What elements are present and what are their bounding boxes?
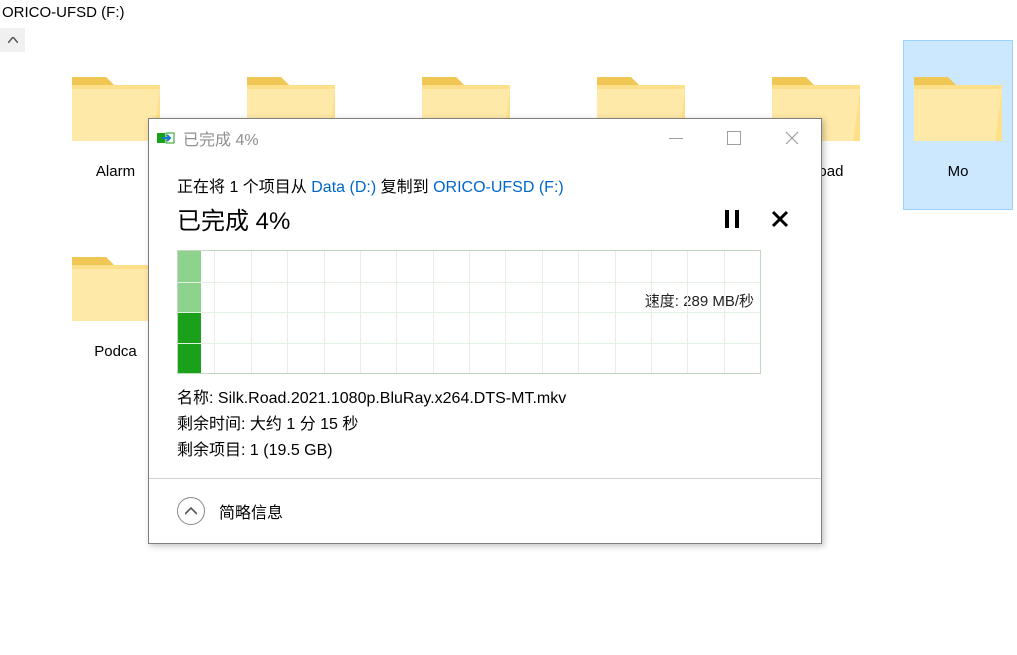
- cancel-button[interactable]: [771, 210, 789, 228]
- address-path: ORICO-UFSD (F:): [0, 4, 124, 21]
- source-location-link[interactable]: Data (D:): [311, 179, 376, 196]
- speed-label: 速度: 289 MB/秒: [645, 290, 754, 311]
- chevron-up-circle-icon: [177, 497, 205, 525]
- copy-icon: [157, 131, 175, 145]
- transfer-graph: 速度: 289 MB/秒: [177, 250, 761, 374]
- close-icon: [785, 131, 799, 145]
- cancel-icon: [771, 210, 789, 228]
- detail-name: 名称: Silk.Road.2021.1080p.BluRay.x264.DTS…: [177, 384, 793, 408]
- pause-button[interactable]: [725, 210, 739, 228]
- progress-headline: 已完成 4%: [177, 201, 290, 236]
- detail-time-remaining: 剩余时间: 大约 1 分 15 秒: [177, 410, 793, 434]
- scroll-up-button[interactable]: [0, 28, 25, 52]
- close-button[interactable]: [763, 119, 821, 157]
- dialog-title: 已完成 4%: [183, 126, 259, 150]
- folder-label: Podca: [94, 343, 137, 360]
- folder-label: Alarm: [96, 163, 135, 180]
- window-buttons: [647, 119, 821, 157]
- copy-description: 正在将 1 个项目从 Data (D:) 复制到 ORICO-UFSD (F:): [177, 173, 793, 197]
- chevron-up-icon: [8, 37, 18, 43]
- minimize-icon: [669, 138, 683, 139]
- folder-item[interactable]: Mo: [903, 40, 1013, 210]
- copy-dialog: 已完成 4% 正在将 1 个项目从 Data (D:) 复制到 ORICO-UF…: [148, 118, 822, 544]
- dialog-titlebar[interactable]: 已完成 4%: [149, 119, 821, 157]
- maximize-icon: [727, 131, 741, 145]
- fewer-details-toggle[interactable]: 简略信息: [149, 478, 821, 543]
- folder-icon: [908, 55, 1008, 155]
- folder-label: Mo: [948, 163, 969, 180]
- pause-icon: [725, 210, 739, 228]
- minimize-button[interactable]: [647, 119, 705, 157]
- detail-items-remaining: 剩余项目: 1 (19.5 GB): [177, 436, 793, 460]
- maximize-button[interactable]: [705, 119, 763, 157]
- dest-location-link[interactable]: ORICO-UFSD (F:): [433, 179, 564, 196]
